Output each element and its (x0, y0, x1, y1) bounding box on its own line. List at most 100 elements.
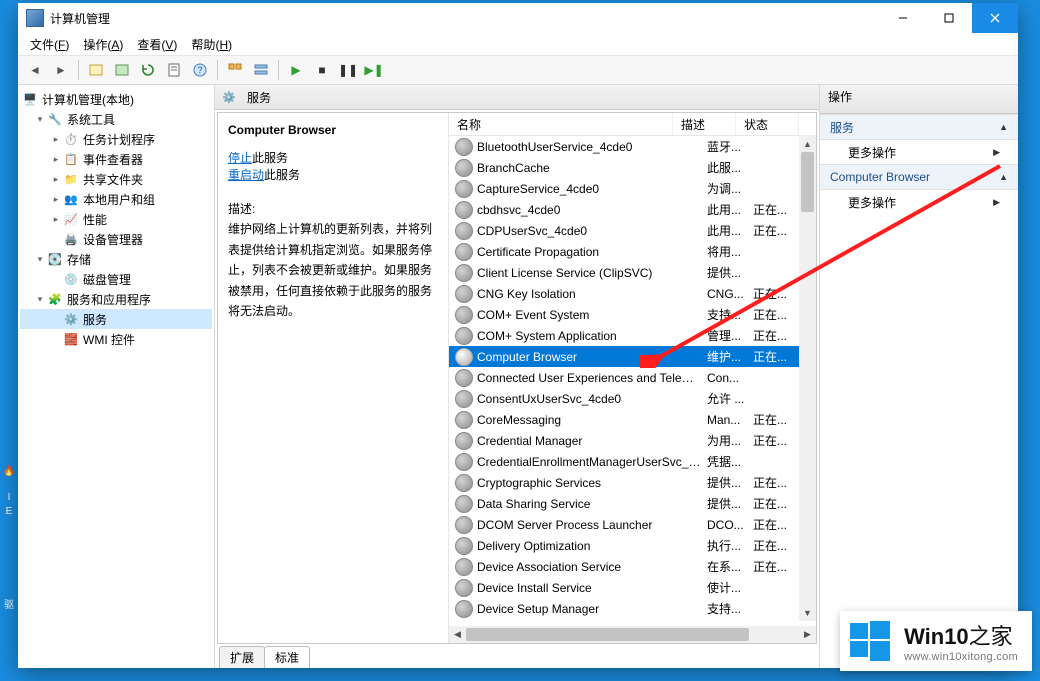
tree-item-task-scheduler[interactable]: ▸⏱️任务计划程序 (20, 129, 212, 149)
restart-service-button[interactable]: ▶❚ (362, 58, 386, 82)
expand-icon[interactable]: ▸ (50, 154, 62, 165)
tree-item-wmi[interactable]: 🧱WMI 控件 (20, 329, 212, 349)
service-row[interactable]: ConsentUxUserSvc_4cde0允许 ... (449, 388, 816, 409)
col-name[interactable]: 名称 (449, 113, 673, 135)
stop-service-button[interactable]: ■ (310, 58, 334, 82)
refresh-button[interactable] (136, 58, 160, 82)
service-name: Client License Service (ClipSVC) (477, 266, 707, 280)
minimize-button[interactable] (880, 3, 926, 33)
nav-tree[interactable]: 🖥️ 计算机管理(本地) ▾🔧系统工具 ▸⏱️任务计划程序 ▸📋事件查看器 ▸📁… (18, 85, 215, 668)
service-row[interactable]: CDPUserSvc_4cde0此用...正在... (449, 220, 816, 241)
service-row[interactable]: CoreMessagingMan...正在... (449, 409, 816, 430)
properties-button[interactable] (162, 58, 186, 82)
service-row[interactable]: Data Sharing Service提供...正在... (449, 493, 816, 514)
service-row[interactable]: Client License Service (ClipSVC)提供... (449, 262, 816, 283)
service-row[interactable]: Certificate Propagation将用... (449, 241, 816, 262)
tree-item-disk-management[interactable]: 💿磁盘管理 (20, 269, 212, 289)
toolbar: ◄ ► ? ▶ ■ ❚❚ ▶❚ (18, 56, 1018, 85)
service-row[interactable]: Connected User Experiences and Teleme...… (449, 367, 816, 388)
horizontal-scrollbar[interactable]: ◀ ▶ (449, 626, 816, 643)
service-row[interactable]: CredentialEnrollmentManagerUserSvc_4c...… (449, 451, 816, 472)
tree-group-system-tools[interactable]: ▾🔧系统工具 (20, 109, 212, 129)
gear-icon: ⚙️ (221, 89, 237, 105)
col-desc[interactable]: 描述 (673, 113, 736, 135)
col-state[interactable]: 状态 (736, 113, 799, 135)
service-row[interactable]: BranchCache此服... (449, 157, 816, 178)
help-button[interactable]: ? (188, 58, 212, 82)
actions-category-services[interactable]: 服务▲ (820, 114, 1018, 140)
back-button[interactable]: ◄ (23, 58, 47, 82)
tree-group-storage[interactable]: ▾💽存储 (20, 249, 212, 269)
scroll-right-icon[interactable]: ▶ (799, 626, 816, 643)
service-row[interactable]: Device Association Service在系...正在... (449, 556, 816, 577)
service-name: Device Install Service (477, 581, 707, 595)
service-row[interactable]: DCOM Server Process LauncherDCO...正在... (449, 514, 816, 535)
expand-icon[interactable]: ▸ (50, 174, 62, 185)
service-name: COM+ System Application (477, 329, 707, 343)
tree-item-device-manager[interactable]: 🖨️设备管理器 (20, 229, 212, 249)
expand-icon[interactable]: ▸ (50, 134, 62, 145)
service-name: CNG Key Isolation (477, 287, 707, 301)
forward-button[interactable]: ► (49, 58, 73, 82)
service-row[interactable]: CaptureService_4cde0为调... (449, 178, 816, 199)
service-row[interactable]: Credential Manager为用...正在... (449, 430, 816, 451)
tab-standard[interactable]: 标准 (264, 646, 310, 668)
text: 此服务 (252, 151, 288, 165)
expand-icon[interactable]: ▸ (50, 214, 62, 225)
service-name: CDPUserSvc_4cde0 (477, 224, 707, 238)
collapse-icon[interactable]: ▾ (34, 294, 46, 305)
stop-service-link[interactable]: 停止 (228, 151, 252, 165)
service-row[interactable]: Delivery Optimization执行...正在... (449, 535, 816, 556)
service-state: 正在... (753, 537, 799, 554)
tree-item-services[interactable]: ⚙️服务 (20, 309, 212, 329)
scroll-thumb[interactable] (801, 152, 814, 212)
titlebar[interactable]: 计算机管理 (18, 3, 1018, 33)
tree-item-shared-folders[interactable]: ▸📁共享文件夹 (20, 169, 212, 189)
view-large-button[interactable] (223, 58, 247, 82)
scroll-thumb[interactable] (466, 628, 749, 641)
scroll-up-icon[interactable]: ▲ (799, 135, 816, 152)
pause-service-button[interactable]: ❚❚ (336, 58, 360, 82)
gear-icon (455, 579, 473, 597)
column-headers[interactable]: 名称 描述 状态 (449, 113, 816, 136)
scroll-down-icon[interactable]: ▼ (799, 604, 816, 621)
maximize-button[interactable] (926, 3, 972, 33)
tree-group-services-apps[interactable]: ▾🧩服务和应用程序 (20, 289, 212, 309)
actions-category-selected[interactable]: Computer Browser▲ (820, 164, 1018, 190)
service-row[interactable]: CNG Key IsolationCNG...正在... (449, 283, 816, 304)
service-row[interactable]: Device Install Service使计... (449, 577, 816, 598)
service-row[interactable]: BluetoothUserService_4cde0蓝牙... (449, 136, 816, 157)
tree-root[interactable]: 🖥️ 计算机管理(本地) (20, 89, 212, 109)
collapse-icon[interactable]: ▾ (34, 254, 46, 265)
tree-item-event-viewer[interactable]: ▸📋事件查看器 (20, 149, 212, 169)
close-button[interactable] (972, 3, 1018, 33)
service-row[interactable]: COM+ System Application管理...正在... (449, 325, 816, 346)
export-list-button[interactable] (110, 58, 134, 82)
actions-more-1[interactable]: 更多操作▶ (820, 140, 1018, 164)
actions-more-2[interactable]: 更多操作▶ (820, 190, 1018, 214)
service-desc: 维护... (707, 348, 753, 365)
service-name: Delivery Optimization (477, 539, 707, 553)
start-service-button[interactable]: ▶ (284, 58, 308, 82)
service-row[interactable]: cbdhsvc_4cde0此用...正在... (449, 199, 816, 220)
restart-service-link[interactable]: 重启动 (228, 168, 264, 182)
tree-item-local-users[interactable]: ▸👥本地用户和组 (20, 189, 212, 209)
service-row[interactable]: Cryptographic Services提供...正在... (449, 472, 816, 493)
vertical-scrollbar[interactable]: ▲ ▼ (799, 135, 816, 621)
tab-extended[interactable]: 扩展 (219, 646, 265, 668)
menu-help[interactable]: 帮助(H) (185, 34, 238, 55)
menu-view[interactable]: 查看(V) (131, 34, 183, 55)
menu-file[interactable]: 文件(F) (24, 34, 75, 55)
expand-icon[interactable]: ▸ (50, 194, 62, 205)
show-hide-tree-button[interactable] (84, 58, 108, 82)
service-list[interactable]: BluetoothUserService_4cde0蓝牙...BranchCac… (449, 136, 816, 626)
service-row[interactable]: Computer Browser维护...正在... (449, 346, 816, 367)
menu-action[interactable]: 操作(A) (77, 34, 129, 55)
service-row[interactable]: COM+ Event System支持...正在... (449, 304, 816, 325)
scroll-left-icon[interactable]: ◀ (449, 626, 466, 643)
collapse-icon[interactable]: ▾ (34, 114, 46, 125)
tree-item-performance[interactable]: ▸📈性能 (20, 209, 212, 229)
service-row[interactable]: Device Setup Manager支持... (449, 598, 816, 619)
view-detail-button[interactable] (249, 58, 273, 82)
description-label: 描述: (228, 199, 438, 219)
